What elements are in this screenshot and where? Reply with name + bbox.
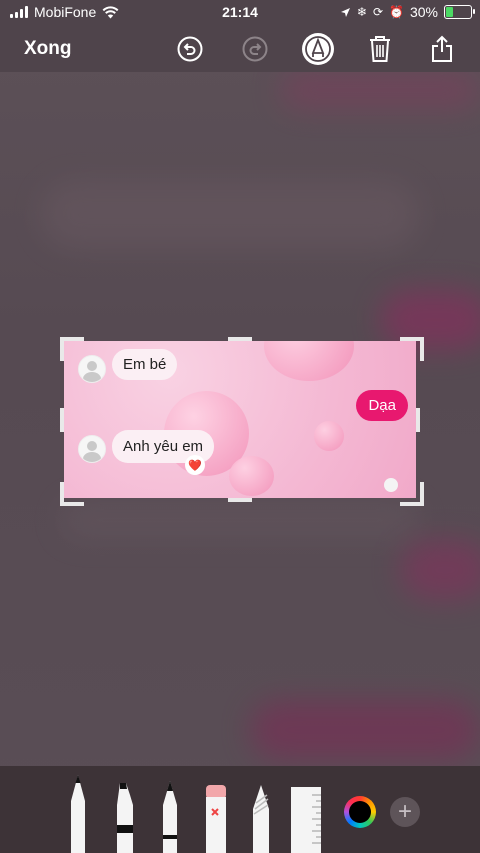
share-icon — [432, 35, 452, 62]
crop-edge-handle[interactable] — [60, 408, 64, 432]
delete-button[interactable] — [363, 32, 397, 66]
redo-button[interactable] — [238, 32, 272, 66]
ruler-tool[interactable] — [290, 785, 322, 853]
orientation-lock-icon: ⟳ — [372, 5, 384, 19]
marker-tool[interactable] — [114, 781, 136, 853]
crop-corner-handle[interactable] — [400, 482, 424, 506]
snowflake-icon: ❄ — [356, 5, 367, 19]
redo-icon — [242, 36, 268, 62]
crop-edge-handle[interactable] — [228, 498, 252, 502]
crop-corner-handle[interactable] — [400, 337, 424, 361]
read-receipt-avatar — [384, 478, 398, 492]
share-button[interactable] — [425, 32, 459, 66]
markup-toolbar: Xong — [0, 26, 480, 72]
pen-tool[interactable] — [68, 773, 88, 853]
crop-edge-handle[interactable] — [228, 337, 252, 341]
crop-corner-handle[interactable] — [60, 482, 84, 506]
lasso-tool[interactable] — [250, 783, 272, 853]
selected-color-swatch — [349, 801, 371, 823]
pen-tip-icon — [302, 33, 334, 65]
eraser-tool[interactable] — [204, 783, 228, 853]
trash-icon — [370, 36, 390, 62]
location-icon — [340, 7, 350, 17]
avatar — [78, 435, 106, 463]
alarm-icon: ⏰ — [389, 5, 404, 19]
add-tool-button[interactable]: + — [390, 797, 420, 827]
reply-bubble: Dạa — [356, 390, 408, 421]
undo-icon — [177, 36, 203, 62]
cropped-screenshot[interactable]: Em bé Dạa Anh yêu em ❤️ — [64, 341, 416, 498]
crop-corner-handle[interactable] — [60, 337, 84, 361]
status-bar: MobiFone 21:14 ❄ ⟳ ⏰ 30% — [0, 0, 480, 26]
done-button[interactable]: Xong — [24, 38, 72, 60]
message-bubble: Em bé — [112, 349, 178, 380]
undo-button[interactable] — [173, 32, 207, 66]
heart-reaction-icon: ❤️ — [185, 455, 205, 475]
battery-percent: 30% — [409, 4, 438, 20]
battery-icon — [444, 5, 475, 19]
color-picker-button[interactable] — [344, 796, 376, 828]
crop-edge-handle[interactable] — [416, 408, 420, 432]
pencil-tool[interactable] — [160, 779, 180, 853]
tool-palette: + — [0, 766, 480, 853]
markup-button[interactable] — [301, 32, 335, 66]
